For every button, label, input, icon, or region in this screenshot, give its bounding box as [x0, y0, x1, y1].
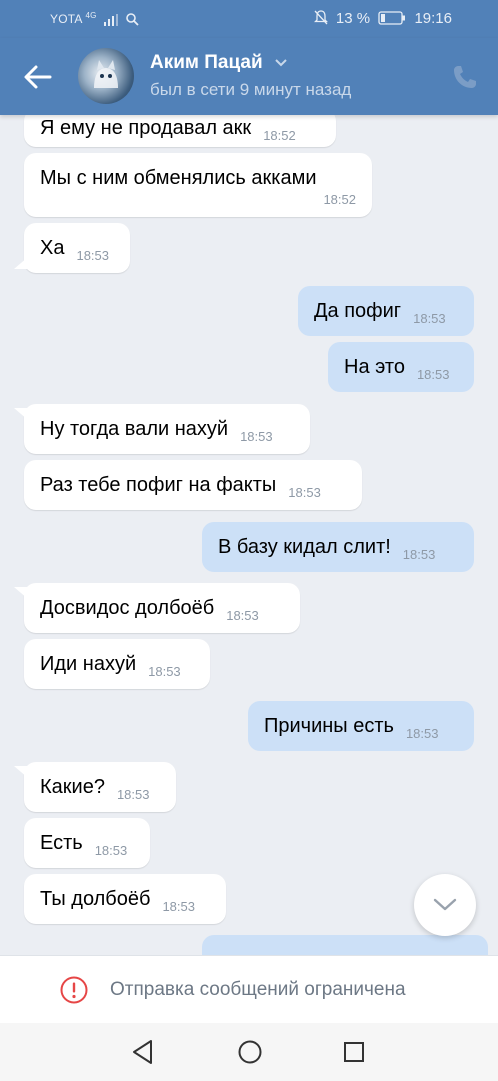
message-bubble-incoming[interactable]: Я ему не продавал акк 18:52: [24, 115, 336, 147]
nav-recents-icon[interactable]: [342, 1039, 366, 1065]
message-text: На это: [344, 355, 405, 378]
message-bubble-outgoing[interactable]: На это 18:53: [328, 342, 474, 392]
chevron-down-icon: [433, 898, 457, 911]
message-bubble-incoming[interactable]: Раз тебе пофиг на факты 18:53: [24, 460, 362, 510]
message-time: 18:53: [148, 663, 181, 679]
cat-avatar-image: [94, 60, 118, 88]
status-bar: YOTA 4G 13 % 19:16: [0, 0, 498, 38]
nav-back-icon[interactable]: [131, 1039, 155, 1065]
restriction-text: Отправка сообщений ограничена: [110, 979, 406, 1000]
back-arrow-icon[interactable]: [22, 62, 54, 92]
message-time: 18:52: [323, 192, 356, 207]
avatar[interactable]: [78, 48, 134, 104]
message-bubble-incoming[interactable]: Ты долбоёб 18:53: [24, 874, 226, 924]
network-type: 4G: [85, 11, 97, 20]
battery-icon: [378, 11, 406, 25]
message-text: Есть: [40, 831, 83, 854]
nav-home-icon[interactable]: [237, 1039, 263, 1065]
carrier-name: YOTA: [50, 12, 82, 26]
carrier-info: YOTA 4G: [50, 11, 139, 26]
message-bubble-outgoing[interactable]: Причины есть 18:53: [248, 701, 474, 751]
battery-percent: 13 %: [335, 10, 371, 27]
message-time: 18:53: [94, 842, 128, 858]
bubble-tail: [14, 587, 28, 599]
scroll-to-bottom-button[interactable]: [414, 874, 476, 936]
message-bubble-incoming[interactable]: Ну тогда вали нахуй 18:53: [14, 404, 310, 454]
message-text: Раз тебе пофиг на факты: [40, 473, 277, 496]
message-time: 18:53: [162, 898, 195, 914]
message-bubble-incoming[interactable]: Какие? 18:53: [14, 762, 176, 812]
message-time: 18:53: [76, 247, 110, 263]
message-bubble-incoming[interactable]: Мы с ним обменялись акками 18:52: [24, 153, 372, 217]
warning-icon: [60, 976, 88, 1004]
bubble-tail: [14, 257, 28, 269]
message-time: 18:53: [416, 366, 450, 382]
message-bubble-outgoing[interactable]: Да пофиг 18:53: [298, 286, 474, 336]
message-text: Досвидос долбоёб: [40, 596, 215, 619]
clock: 19:16: [414, 10, 452, 27]
message-text: Ты долбоёб: [40, 887, 151, 910]
message-text: Ну тогда вали нахуй: [40, 417, 229, 440]
search-icon: [125, 13, 139, 26]
chevron-down-icon[interactable]: [274, 58, 288, 68]
message-text: Какие?: [40, 775, 105, 798]
message-bubble-incoming[interactable]: Досвидос долбоёб 18:53: [14, 583, 300, 633]
message-bubble-outgoing[interactable]: В базу кидал слит! 18:53: [202, 522, 474, 572]
message-text: Причины есть: [264, 714, 394, 737]
message-time: 18:53: [402, 546, 436, 562]
message-bubble-outgoing-partial[interactable]: [202, 935, 488, 955]
status-right: 13 % 19:16: [313, 10, 452, 27]
message-text: Я ему не продавал акк: [40, 116, 252, 139]
signal-icon: [104, 13, 119, 26]
chat-header: Аким Пацай был в сети 9 минут назад: [0, 38, 498, 115]
message-list[interactable]: Я ему не продавал акк 18:52 Мы с ним обм…: [0, 115, 498, 955]
message-text: Ха: [40, 236, 65, 259]
message-time: 18:53: [413, 310, 446, 326]
message-time: 18:53: [405, 725, 439, 741]
contact-name[interactable]: Аким Пацай: [150, 52, 263, 73]
message-time: 18:53: [116, 786, 150, 802]
messaging-restricted-bar: Отправка сообщений ограничена: [0, 955, 498, 1023]
message-bubble-incoming[interactable]: Ха 18:53: [14, 223, 130, 273]
message-text: Да пофиг: [314, 299, 402, 322]
bubble-tail: [14, 766, 28, 778]
message-time: 18:53: [226, 607, 259, 623]
message-time: 18:53: [240, 428, 273, 444]
mute-bell-icon: [313, 10, 328, 25]
phone-icon[interactable]: [452, 64, 478, 90]
message-bubble-incoming[interactable]: Иди нахуй 18:53: [24, 639, 210, 689]
contact-name-row[interactable]: Аким Пацай: [150, 52, 288, 74]
message-text: Мы с ним обменялись акками: [40, 167, 317, 189]
message-time: 18:53: [288, 484, 321, 500]
message-text: В базу кидал слит!: [218, 535, 391, 558]
contact-last-seen: был в сети 9 минут назад: [150, 80, 352, 99]
message-bubble-incoming[interactable]: Есть 18:53: [24, 818, 150, 868]
message-time: 18:52: [263, 127, 296, 143]
bubble-tail: [14, 408, 28, 420]
message-text: Иди нахуй: [40, 652, 137, 675]
system-navigation-bar: [0, 1022, 498, 1081]
